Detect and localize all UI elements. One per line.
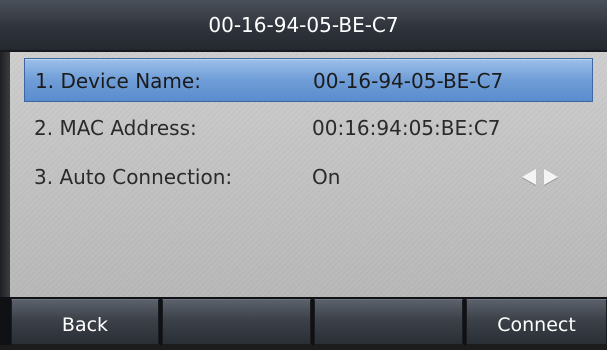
mac-address-label: 2. MAC Address:	[34, 116, 197, 140]
page-title: 00-16-94-05-BE-C7	[208, 13, 399, 37]
arrow-left-icon[interactable]	[522, 169, 536, 185]
phone-screen: 00-16-94-05-BE-C7 1. Device Name: 00-16-…	[0, 0, 607, 345]
device-name-label: 1. Device Name:	[35, 69, 201, 93]
setting-row-auto-connection[interactable]: 3. Auto Connection: On	[24, 155, 593, 199]
mac-address-value: 00:16:94:05:BE:C7	[312, 116, 501, 140]
title-bar: 00-16-94-05-BE-C7	[0, 0, 607, 52]
auto-connection-value[interactable]: On	[312, 155, 340, 199]
connect-softkey[interactable]: Connect	[466, 299, 607, 345]
auto-connection-label: 3. Auto Connection:	[34, 165, 233, 189]
arrow-right-icon[interactable]	[544, 169, 558, 185]
option-switch[interactable]	[518, 169, 566, 187]
setting-row-device-name[interactable]: 1. Device Name: 00-16-94-05-BE-C7	[24, 58, 593, 102]
screen-left-edge	[0, 52, 10, 297]
empty-softkey-2[interactable]	[162, 299, 311, 345]
softkey-bar: Back Connect	[0, 297, 607, 345]
empty-softkey-3[interactable]	[314, 299, 463, 345]
setting-row-mac-address[interactable]: 2. MAC Address: 00:16:94:05:BE:C7	[24, 106, 593, 150]
back-softkey[interactable]: Back	[11, 299, 159, 345]
device-name-value[interactable]: 00-16-94-05-BE-C7	[313, 59, 503, 103]
